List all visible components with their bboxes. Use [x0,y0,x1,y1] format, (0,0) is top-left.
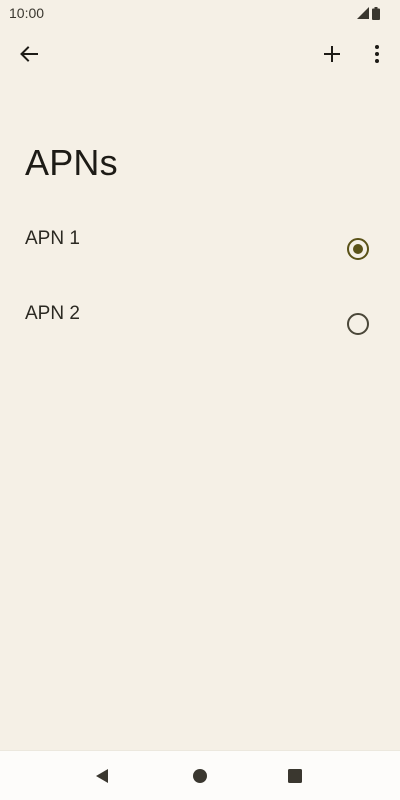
battery-icon [372,6,380,20]
nav-home-button[interactable] [184,760,216,792]
add-apn-button[interactable] [312,34,352,74]
back-button[interactable] [9,34,49,74]
apn-radio-unselected[interactable] [347,313,369,335]
plus-icon [324,46,340,62]
navigation-bar [0,750,400,800]
status-time: 10:00 [9,5,45,21]
apn-item-1[interactable]: APN 1 [0,205,400,280]
nav-recents-icon [288,769,302,783]
status-icons [357,6,380,20]
apn-label: APN 2 [25,303,80,324]
status-bar: 10:00 [0,0,400,26]
apn-item-2[interactable]: APN 2 [0,280,400,355]
page-title: APNs [25,142,118,183]
radio-dot [353,244,363,254]
more-vert-icon [375,45,379,63]
app-bar [0,26,400,82]
nav-back-icon [96,769,108,783]
apn-list: APN 1 APN 2 [0,205,400,355]
signal-icon [357,7,369,19]
apn-radio-selected[interactable] [347,238,369,260]
apn-label: APN 1 [25,228,80,249]
nav-back-button[interactable] [86,760,118,792]
nav-home-icon [193,769,207,783]
nav-recents-button[interactable] [279,760,311,792]
arrow-back-icon [20,46,38,62]
more-options-button[interactable] [357,34,397,74]
